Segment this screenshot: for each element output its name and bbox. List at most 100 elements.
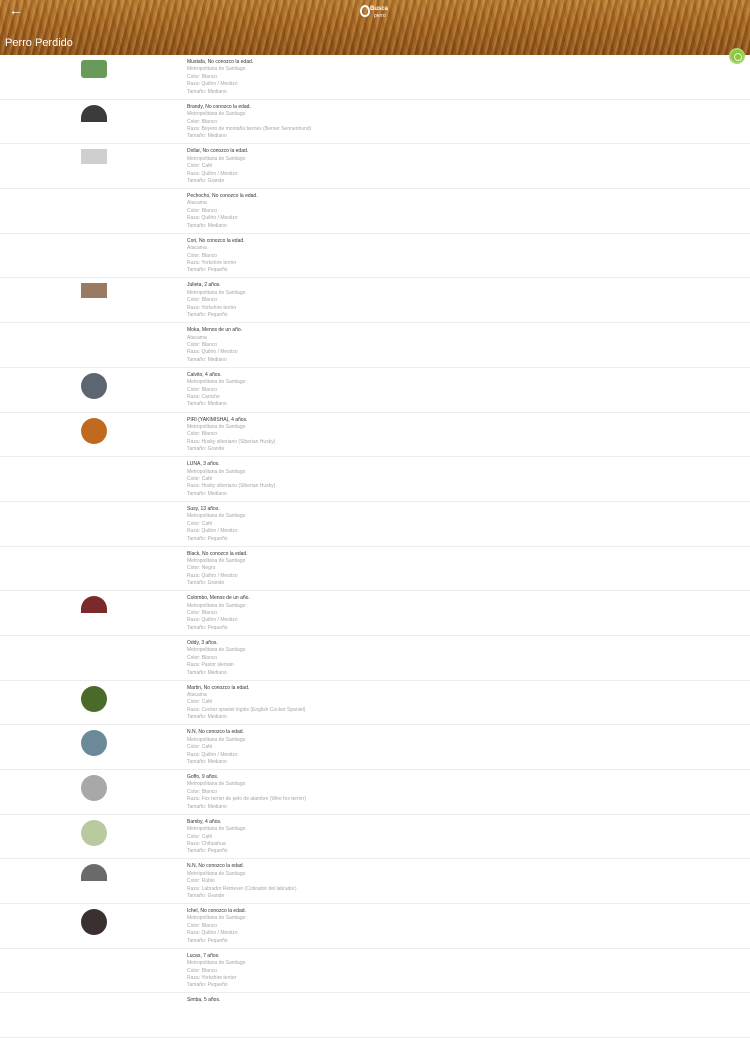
dog-color: Color: Blanco xyxy=(187,431,218,438)
list-item[interactable]: Pechocho, No conozco la edad. Atacama Colo… xyxy=(0,189,750,234)
dog-name: Black, No conozco la edad. xyxy=(187,550,248,557)
dog-photo xyxy=(81,730,107,757)
dog-color: Color: Café xyxy=(187,833,213,840)
list-item[interactable]: Oddy, 3 años. Metropolitana de Santiago Co… xyxy=(0,636,750,681)
dog-size: Tamaño: Pequeño xyxy=(187,982,228,989)
dog-color: Color: Café xyxy=(187,476,213,482)
dog-info: Susy, 13 años. Metropolitana de Santiago C… xyxy=(187,506,245,543)
dog-info: Bamby, 4 años. Metropolitana de Santiago C… xyxy=(187,819,245,856)
list-item[interactable]: Cori, No conozco la edad. Atacama Color: B… xyxy=(0,234,750,279)
dog-info: Moka, Menos de un año. Atacama Color: Blan… xyxy=(187,327,242,364)
dog-size: Tamaño: Mediano xyxy=(187,401,227,408)
dog-color: Color: Café xyxy=(187,163,213,170)
dog-size: Tamaño: Pequeño xyxy=(187,267,228,274)
dog-size: Tamaño: Grande xyxy=(187,580,225,587)
dog-color: Color: Blanco xyxy=(187,386,218,393)
dog-breed: Raza: Husky siberiano (Siberian Husky) xyxy=(187,438,276,445)
dog-name: Moka, Menos de un año. xyxy=(187,327,243,334)
dog-color: Color: Negro xyxy=(187,565,216,572)
list-item[interactable]: Colombo, Menos de un año. Metropolitana d… xyxy=(0,591,750,636)
dog-info: N.N, No conozco la edad. Metropolitana de… xyxy=(187,729,245,766)
dog-region: Metropolitana de Santiago xyxy=(187,915,246,922)
dog-size: Tamaño: Mediano xyxy=(187,758,227,765)
list-item[interactable]: Calvito, 4 años. Metropolitana de Santiag… xyxy=(0,368,750,413)
dog-photo xyxy=(81,60,107,78)
dog-breed: Raza: Quiltro / Mestizo xyxy=(187,617,238,624)
list-item[interactable]: Black, No conozco la edad. Metropolitana … xyxy=(0,547,750,592)
back-arrow-icon[interactable]: ← xyxy=(9,2,23,18)
dog-name: Goffo, 9 años. xyxy=(187,774,219,780)
list-item[interactable]: Brandy, No conozco la edad. Metropolitana… xyxy=(0,100,750,145)
dog-region: Metropolitana de Santiago xyxy=(187,66,246,73)
dog-breed: Raza: Quiltro / Mestizo xyxy=(187,528,238,535)
dog-name: Lucas, 7 años. xyxy=(187,952,220,959)
dog-breed: Raza: Boyero de montaña bernes (Berner S… xyxy=(187,125,312,132)
list-item[interactable]: PIRI (YAKIMISHA), 4 años. Metropolitana d… xyxy=(0,413,750,458)
dog-color: Color: Blanco xyxy=(187,297,218,304)
dog-info: Simba, 5 años. xyxy=(187,997,220,1004)
dog-name: PIRI (YAKIMISHA), 4 años. xyxy=(187,416,248,423)
dog-breed: Raza: Quiltro / Mestizo xyxy=(187,751,238,758)
dog-info: Dollar, No conozco la edad. Metropolitana… xyxy=(187,148,248,185)
dog-region: Atacama xyxy=(187,200,207,207)
list-item[interactable]: Goffo, 9 años. Metropolitana de Santiago C… xyxy=(0,770,750,815)
list-item[interactable]: Susy, 13 años. Metropolitana de Santiago C… xyxy=(0,502,750,547)
dog-region: Metropolitana de Santiago xyxy=(187,557,246,564)
dog-info: Black, No conozco la edad. Metropolitana … xyxy=(187,551,248,588)
dog-name: Bamby, 4 años. xyxy=(187,818,222,825)
list-item[interactable]: Simba, 5 años. xyxy=(0,993,750,1038)
dog-info: Lucas, 7 años. Metropolitana de Santiago C… xyxy=(187,953,245,990)
list-item[interactable]: Bamby, 4 años. Metropolitana de Santiago C… xyxy=(0,815,750,860)
list-item[interactable]: Dollar, No conozco la edad. Metropolitana… xyxy=(0,144,750,190)
dog-region: Metropolitana de Santiago xyxy=(187,111,246,118)
dog-breed: Raza: Caniche xyxy=(187,394,220,401)
refresh-fab-icon[interactable] xyxy=(729,48,745,64)
dog-color: Color: Rubio xyxy=(187,878,215,885)
dog-region: Metropolitana de Santiago xyxy=(187,379,246,386)
list-item[interactable]: Martin, No conozco la edad. Atacama Color:… xyxy=(0,681,750,726)
dog-info: Brandy, No conozco la edad. Metropolitana… xyxy=(187,104,311,141)
dog-size: Tamaño: Mediano xyxy=(187,356,227,363)
dog-color: Color: Blanco xyxy=(187,207,218,214)
dog-breed: Raza: Quiltro / Mestizo xyxy=(187,81,238,88)
dog-color: Color: Blanco xyxy=(187,922,218,929)
dog-color: Color: Blanco xyxy=(187,967,218,974)
dog-region: Metropolitana de Santiago xyxy=(187,468,246,475)
dog-breed: Raza: Quiltro / Mestizo xyxy=(187,215,238,222)
dog-region: Atacama xyxy=(187,692,207,699)
dog-region: Metropolitana de Santiago xyxy=(187,960,246,967)
list-item[interactable]: Ichel, No conozco la edad. Metropolitana … xyxy=(0,904,750,949)
dog-size: Tamaño: Grande xyxy=(187,446,225,453)
dog-region: Metropolitana de Santiago xyxy=(187,826,246,833)
dog-region: Metropolitana de Santiago xyxy=(187,647,246,654)
list-item[interactable]: Lucas, 7 años. Metropolitana de Santiago C… xyxy=(0,949,750,994)
dog-photo xyxy=(81,819,107,846)
list-item[interactable]: Moka, Menos de un año. Atacama Color: Blan… xyxy=(0,323,750,368)
dog-size: Tamaño: Mediano xyxy=(187,714,227,721)
dog-color: Color: Blanco xyxy=(187,610,218,617)
paw-logo-icon xyxy=(360,5,370,17)
dog-info: PIRI (YAKIMISHA), 4 años. Metropolitana d… xyxy=(187,417,275,454)
dog-name: Mustafa, No conozco la edad. xyxy=(187,59,254,65)
dog-breed: Raza: Labrador Retriever (Cobrador del l… xyxy=(187,885,297,892)
list-item[interactable]: N.N, No conozco la edad. Metropolitana de… xyxy=(0,859,750,905)
dog-breed: Raza: Quiltro / Mestizo xyxy=(187,349,238,356)
list-item[interactable]: LUNA, 3 años. Metropolitana de Santiago Co… xyxy=(0,457,750,502)
dog-name: N.N, No conozco la edad. xyxy=(187,863,244,870)
dog-region: Metropolitana de Santiago xyxy=(187,870,246,877)
dog-breed: Raza: Cocker spaniel inglés (English Coc… xyxy=(187,706,306,713)
dog-photo xyxy=(81,864,107,882)
list-item[interactable]: Mustafa, No conozco la edad. Metropolitan… xyxy=(0,55,750,100)
list-item[interactable]: Julieta, 2 años. Metropolitana de Santiag… xyxy=(0,278,750,324)
dog-photo xyxy=(81,596,107,614)
dog-region: Atacama xyxy=(187,334,207,341)
list-item[interactable]: N.N, No conozco la edad. Metropolitana de… xyxy=(0,725,750,770)
dog-info: Colombo, Menos de un año. Metropolitana d… xyxy=(187,595,250,632)
dog-breed: Raza: Yorkshire terrier xyxy=(187,974,237,981)
dog-color: Color: Café xyxy=(187,744,213,751)
dog-breed: Raza: Yorkshire terrier xyxy=(187,259,237,266)
dog-name: Pechocho, No conozco la edad. xyxy=(187,193,258,200)
dog-size: Tamaño: Pequeño xyxy=(187,937,228,944)
dog-name: N.N, No conozco la edad. xyxy=(187,729,244,736)
dog-name: Susy, 13 años. xyxy=(187,505,220,512)
